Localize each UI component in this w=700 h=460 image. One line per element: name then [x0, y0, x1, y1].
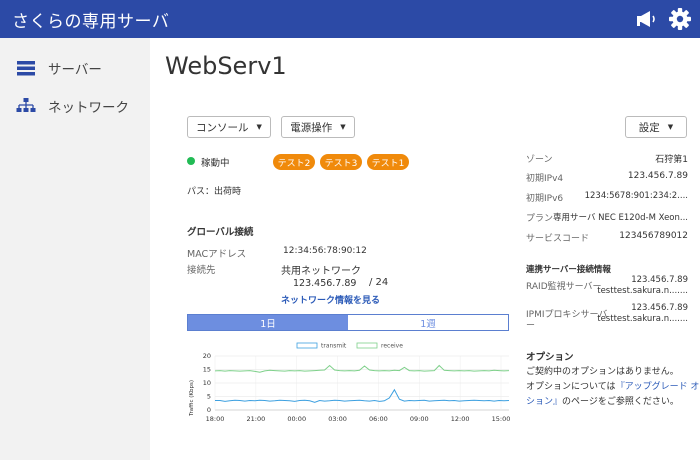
- legend-label: receive: [381, 343, 403, 350]
- settings-button[interactable]: 設定 ▼: [625, 116, 687, 138]
- options-info-line2: ション』のページをご参照ください。: [526, 394, 679, 407]
- server-list-icon: [17, 61, 35, 76]
- tag-badge[interactable]: テスト3: [320, 154, 362, 170]
- tag-badge[interactable]: テスト1: [367, 154, 409, 170]
- linked-heading: 連携サーバー接続情報: [526, 265, 611, 275]
- sidebar-item-label: サーバー: [48, 62, 102, 78]
- upgrade-option-link-cont[interactable]: ション』: [526, 397, 562, 407]
- ipmi-label: IPMIプロキシサーバ: [526, 310, 608, 320]
- sidebar: サーバー ネットワーク: [0, 38, 150, 460]
- chevron-down-icon: ▼: [256, 123, 262, 131]
- y-axis-label: Traffic (Kbps): [189, 380, 195, 417]
- options-none-text: ご契約中のオプションはありません。: [526, 367, 679, 377]
- raid-ip: 123.456.7.89: [631, 275, 688, 285]
- x-tick-label: 09:00: [410, 415, 429, 423]
- tab-1week[interactable]: 1週: [348, 315, 508, 330]
- zone-label: ゾーン: [526, 155, 553, 165]
- ipmi-ip: 123.456.7.89: [631, 303, 688, 313]
- ipv6-label: 初期IPv6: [526, 194, 564, 204]
- sidebar-item-network[interactable]: ネットワーク: [0, 89, 150, 123]
- global-heading: グローバル接続: [187, 227, 254, 238]
- y-tick-label: 15: [203, 366, 211, 374]
- megaphone-icon[interactable]: [634, 7, 658, 31]
- conn-value: 共用ネットワーク: [281, 266, 361, 277]
- app-title: さくらの専用サーバ: [12, 12, 170, 32]
- network-info-link[interactable]: ネットワーク情報を見る: [281, 293, 380, 306]
- x-tick-label: 12:00: [451, 415, 470, 423]
- network-tree-icon: [16, 98, 36, 112]
- options-info-suffix: のページをご参照ください。: [562, 397, 679, 407]
- app-header: さくらの専用サーバ: [0, 0, 700, 38]
- mac-value: 12:34:56:78:90:12: [283, 246, 367, 256]
- status-dot: [187, 157, 195, 165]
- page-title: WebServ1: [165, 52, 287, 80]
- chevron-down-icon: ▼: [667, 123, 674, 131]
- legend-swatch: [356, 342, 378, 349]
- series-line-transmit: [215, 388, 510, 403]
- zone-value: 石狩第1: [655, 155, 688, 165]
- legend-swatch: [296, 342, 318, 349]
- ipv4-label: 初期IPv4: [526, 174, 564, 184]
- status-text: 稼動中: [201, 158, 230, 169]
- traffic-chart: transmit receive Traffic (Kbps) 20151050 …: [189, 342, 511, 424]
- chevron-down-icon: ▼: [340, 123, 346, 131]
- tag-badge[interactable]: テスト2: [273, 154, 315, 170]
- path-text: パス：出荷時: [187, 187, 242, 197]
- upgrade-option-link[interactable]: 『アップグレード オプ: [616, 382, 700, 392]
- legend-label: transmit: [321, 343, 347, 350]
- settings-button-label: 設定: [638, 121, 660, 134]
- console-button-label: コンソール: [196, 121, 249, 134]
- y-tick-label: 0: [207, 406, 211, 414]
- power-button-label: 電源操作: [290, 121, 333, 134]
- mac-label: MACアドレス: [187, 249, 247, 260]
- tab-1day[interactable]: 1日: [188, 315, 348, 330]
- plan-label: プラン: [526, 214, 554, 224]
- x-tick-label: 06:00: [369, 415, 388, 423]
- service-code-value: 123456789012: [619, 231, 688, 241]
- sidebar-item-label: ネットワーク: [48, 100, 129, 116]
- ip-prefix: / 24: [369, 277, 389, 288]
- x-tick-label: 00:00: [287, 415, 306, 423]
- y-tick-label: 10: [203, 379, 211, 387]
- x-tick-label: 18:00: [206, 415, 225, 423]
- options-info-prefix: オプションについては: [526, 382, 616, 392]
- plan-value: 専用サーバ NEC E120d-M Xeon...: [553, 213, 688, 223]
- options-heading: オプション: [526, 352, 574, 363]
- ipv6-value: 1234:5678:901:234:2....: [584, 191, 688, 201]
- ipmi-label-cont: ー: [526, 321, 536, 331]
- y-tick-label: 5: [207, 393, 211, 401]
- y-tick-label: 20: [203, 352, 211, 360]
- ipmi-host: testtest.sakura.n.......: [597, 314, 688, 324]
- x-tick-label: 03:00: [328, 415, 347, 423]
- service-code-label: サービスコード: [526, 234, 590, 244]
- raid-host: testtest.sakura.n.......: [597, 286, 688, 296]
- options-info-line1: オプションについては『アップグレード オプ: [526, 379, 700, 392]
- conn-label: 接続先: [187, 265, 216, 276]
- gear-icon[interactable]: [668, 7, 692, 31]
- sidebar-item-servers[interactable]: サーバー: [0, 51, 150, 85]
- range-tabs: 1日 1週: [187, 314, 509, 331]
- ip-value: 123.456.7.89: [293, 278, 357, 289]
- console-button[interactable]: コンソール ▼: [187, 116, 271, 138]
- ipv4-value: 123.456.7.89: [627, 171, 688, 181]
- power-button[interactable]: 電源操作 ▼: [281, 116, 355, 138]
- x-tick-label: 21:00: [246, 415, 265, 423]
- raid-label: RAID監視サーバー: [526, 282, 602, 292]
- series-line-receive: [214, 364, 510, 373]
- x-tick-label: 15:00: [492, 415, 511, 423]
